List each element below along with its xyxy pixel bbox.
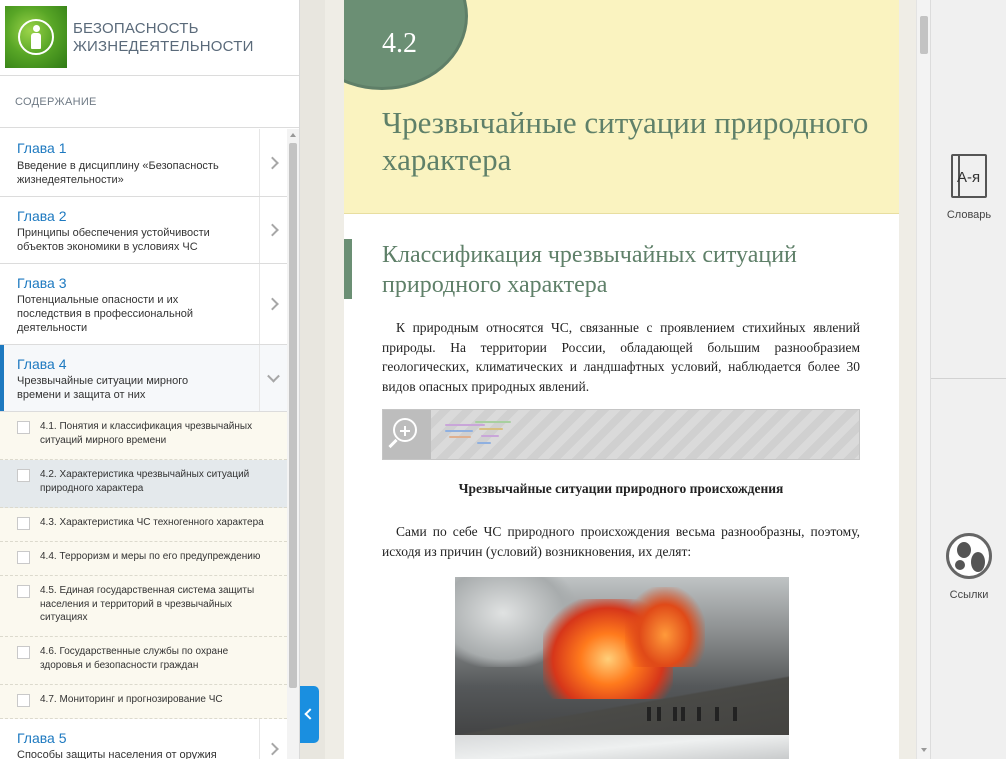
chevron-right-icon[interactable] [259, 719, 287, 759]
brand-title: БЕЗОПАСНОСТЬ ЖИЗНЕДЕЯТЕЛЬНОСТИ [73, 20, 254, 55]
content-margin [899, 0, 916, 759]
sidebar: БЕЗОПАСНОСТЬ ЖИЗНЕДЕЯТЕЛЬНОСТИ СОДЕРЖАНИ… [0, 0, 300, 759]
section-header: 4.2 Чрезвычайные ситуации природного хар… [344, 0, 899, 214]
subsection-item[interactable]: 4.1. Понятия и классификация чрезвычайны… [0, 412, 287, 460]
chapter-subtitle: Способы защиты населения от оружия [17, 749, 217, 759]
chapter-item-2[interactable]: Глава 2 Принципы обеспечения устойчивост… [0, 197, 287, 264]
links-label[interactable]: Ссылки [931, 589, 1006, 601]
checkbox[interactable] [17, 694, 30, 707]
volcano-eruption-photo[interactable] [455, 577, 789, 759]
checkbox[interactable] [17, 469, 30, 482]
dictionary-icon[interactable]: А-я [949, 154, 989, 200]
paragraph: Сами по себе ЧС природного происхождения… [382, 524, 860, 559]
zoom-in-icon[interactable] [383, 410, 431, 459]
subsection-label: 4.6. Государственные службы по охране зд… [40, 646, 229, 671]
scroll-down-icon[interactable] [921, 748, 927, 752]
chapter-item-4[interactable]: Глава 4 Чрезвычайные ситуации мирного вр… [0, 345, 287, 412]
chapter-title: Глава 5 [17, 730, 67, 746]
toc-scrollbar[interactable] [287, 129, 299, 759]
right-tool-panel: А-я Словарь Ссылки [930, 0, 1006, 759]
dictionary-label[interactable]: Словарь [931, 209, 1006, 221]
dictionary-section[interactable]: А-я Словарь [931, 0, 1006, 379]
subsection-label: 4.7. Мониторинг и прогнозирование ЧС [40, 694, 223, 705]
checkbox[interactable] [17, 421, 30, 434]
subsection-item[interactable]: 4.6. Государственные службы по охране зд… [0, 637, 287, 685]
chapter-subtitle: Потенциальные опасности и их последствия… [17, 294, 194, 334]
subsection-label: 4.5. Единая государственная система защи… [40, 585, 255, 623]
subsection-item[interactable]: 4.7. Мониторинг и прогнозирование ЧС [0, 685, 287, 719]
chapter-subtitle: Чрезвычайные ситуации мирного времени и … [17, 375, 189, 401]
chapter-subtitle: Введение в дисциплину «Безопасность жизн… [17, 160, 219, 186]
content-area: 4.2 Чрезвычайные ситуации природного хар… [344, 0, 899, 759]
dictionary-icon-text: А-я [957, 169, 981, 186]
paragraph: К природным относятся ЧС, связанные с пр… [382, 320, 860, 394]
scrollbar-thumb[interactable] [289, 143, 297, 688]
checkbox[interactable] [17, 551, 30, 564]
subsection-label: 4.2. Характеристика чрезвычайных ситуаци… [40, 469, 250, 494]
chapter-item-5[interactable]: Глава 5 Способы защиты населения от оруж… [0, 719, 287, 759]
chevron-right-icon[interactable] [259, 264, 287, 344]
scrollbar-thumb[interactable] [920, 16, 928, 54]
chapter-title: Глава 2 [17, 208, 67, 224]
subsection-title: Классификация чрезвычайных ситуаций прир… [382, 242, 797, 298]
subsection-item[interactable]: 4.3. Характеристика ЧС техногенного хара… [0, 508, 287, 542]
chapter-item-3[interactable]: Глава 3 Потенциальные опасности и их пос… [0, 264, 287, 345]
chapter-item-1[interactable]: Глава 1 Введение в дисциплину «Безопасно… [0, 129, 287, 197]
subsection-item[interactable]: 4.4. Терроризм и меры по его предупрежде… [0, 542, 287, 576]
subsection-label: 4.1. Понятия и классификация чрезвычайны… [40, 421, 253, 446]
chapter-title: Глава 1 [17, 140, 67, 156]
chevron-down-icon[interactable] [259, 345, 287, 411]
subsection-item-selected[interactable]: 4.2. Характеристика чрезвычайных ситуаци… [0, 460, 287, 508]
person-in-circle-icon [5, 6, 67, 68]
checkbox[interactable] [17, 646, 30, 659]
figure-caption: Чрезвычайные ситуации природного происхо… [458, 481, 784, 496]
chapter-title: Глава 4 [17, 356, 67, 372]
brand-header[interactable]: БЕЗОПАСНОСТЬ ЖИЗНЕДЕЯТЕЛЬНОСТИ [0, 0, 299, 76]
diagram-thumbnail[interactable] [382, 409, 860, 460]
subsection-item[interactable]: 4.5. Единая государственная система защи… [0, 576, 287, 637]
chapter-subtitle: Принципы обеспечения устойчивости объект… [17, 227, 210, 253]
subsection-accent-bar [344, 239, 352, 299]
content-scrollbar[interactable] [916, 0, 930, 759]
checkbox[interactable] [17, 517, 30, 530]
toc-list: Глава 1 Введение в дисциплину «Безопасно… [0, 129, 287, 759]
content-margin [325, 0, 344, 759]
toc-header-label: СОДЕРЖАНИЕ [15, 96, 97, 108]
globe-icon[interactable] [946, 533, 992, 579]
scroll-up-icon[interactable] [290, 133, 296, 137]
toc-header: СОДЕРЖАНИЕ [0, 76, 299, 128]
section-number: 4.2 [382, 28, 417, 59]
checkbox[interactable] [17, 585, 30, 598]
collapse-sidebar-button[interactable] [300, 686, 319, 743]
chapter-title: Глава 3 [17, 275, 67, 291]
chevron-right-icon[interactable] [259, 129, 287, 196]
section-title: Чрезвычайные ситуации природного характе… [382, 105, 869, 177]
subsection-label: 4.4. Терроризм и меры по его предупрежде… [40, 551, 261, 562]
chevron-right-icon[interactable] [259, 197, 287, 263]
subsection-label: 4.3. Характеристика ЧС техногенного хара… [40, 517, 264, 528]
chevron-left-icon [304, 708, 316, 720]
